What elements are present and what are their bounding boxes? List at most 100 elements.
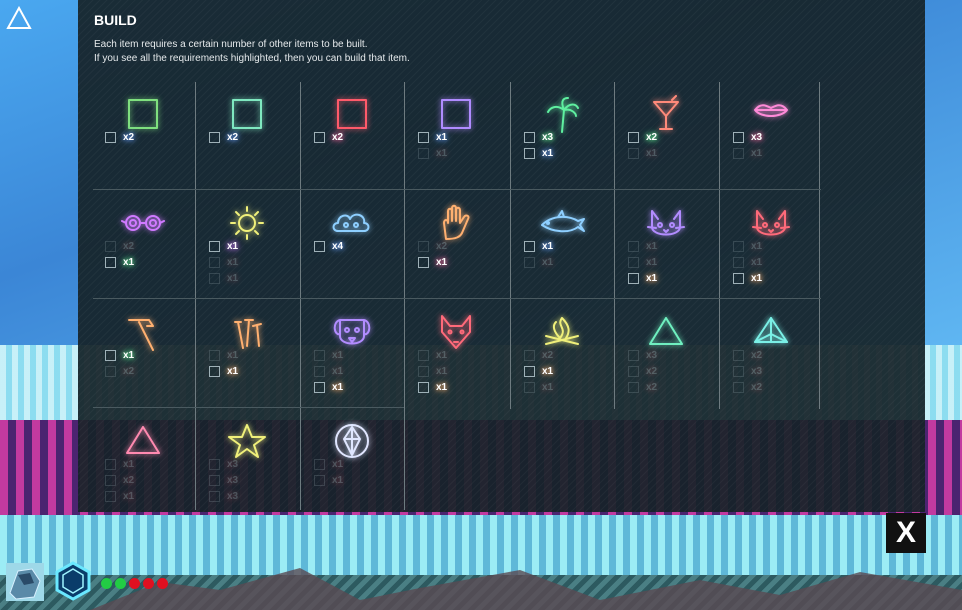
menu-triangle-icon[interactable] <box>6 6 32 30</box>
build-item-cell[interactable]: x1 x1 <box>406 82 510 191</box>
requirement-row: x1 <box>628 257 657 268</box>
build-item-cell[interactable]: x1 x1 <box>512 191 616 300</box>
requirement-row: x1 <box>314 350 343 361</box>
requirement-quantity: x1 <box>332 366 344 378</box>
build-item-cell[interactable]: x1 x1 <box>197 300 301 409</box>
requirement-row: x1 <box>733 257 762 268</box>
requirement-quantity: x1 <box>542 148 554 160</box>
requirement-row: x2 <box>628 382 657 393</box>
build-panel: BUILD Each item requires a certain numbe… <box>78 0 925 512</box>
build-item-cell[interactable]: x1 x1 x1 <box>406 300 510 409</box>
requirement-checkbox <box>209 132 220 143</box>
palm-tree-icon <box>547 97 579 133</box>
requirement-quantity: x1 <box>332 350 344 362</box>
requirement-row: x2 <box>105 241 134 252</box>
hammer-icon <box>128 319 154 351</box>
requirement-quantity: x2 <box>646 132 658 144</box>
build-item-cell[interactable]: x3 x3 x3 <box>197 409 301 518</box>
requirement-checkbox <box>105 475 116 486</box>
requirement-row: x1 <box>209 257 238 268</box>
requirement-quantity: x2 <box>646 366 658 378</box>
requirement-row: x3 <box>524 132 553 143</box>
green-triangle-icon <box>649 317 683 345</box>
close-button[interactable]: X <box>886 513 926 553</box>
build-item-cell[interactable]: x2 x1 <box>616 82 720 191</box>
requirement-checkbox <box>418 382 429 393</box>
status-dot <box>143 578 154 589</box>
requirement-checkbox <box>105 132 116 143</box>
requirement-checkbox <box>628 273 639 284</box>
build-item-cell[interactable]: x2 x3 x2 <box>721 300 825 409</box>
requirement-row: x2 <box>524 350 553 361</box>
grid-divider <box>93 407 404 408</box>
requirement-row: x2 <box>105 132 134 143</box>
build-item-cell[interactable]: x3 x1 <box>512 82 616 191</box>
requirement-checkbox <box>209 350 220 361</box>
build-item-cell[interactable]: x2 <box>93 82 197 191</box>
requirement-quantity: x1 <box>227 350 239 362</box>
requirement-quantity: x4 <box>332 241 344 253</box>
build-item-cell[interactable]: x1 x1 x1 <box>302 300 406 409</box>
requirement-checkbox <box>628 366 639 377</box>
build-item-cell[interactable]: x2 x1 x1 <box>512 300 616 409</box>
build-item-cell[interactable]: x4 <box>302 191 406 300</box>
requirement-quantity: x2 <box>123 366 135 378</box>
requirement-row: x1 <box>209 241 238 252</box>
build-item-cell[interactable]: x2 x1 <box>406 191 510 300</box>
requirement-checkbox <box>628 241 639 252</box>
build-item-cell[interactable]: x3 x1 <box>721 82 825 191</box>
build-item-cell[interactable]: x3 x2 x2 <box>616 300 720 409</box>
build-item-cell[interactable]: x1 x2 <box>93 300 197 409</box>
requirement-row: x2 <box>733 350 762 361</box>
requirement-row: x4 <box>314 241 343 252</box>
build-item-cell[interactable]: x2 <box>302 82 406 191</box>
requirement-checkbox <box>733 241 744 252</box>
requirement-checkbox <box>524 241 535 252</box>
campfire-icon <box>545 317 579 345</box>
requirement-checkbox <box>209 241 220 252</box>
green-square-icon <box>128 99 158 129</box>
requirement-quantity: x3 <box>542 132 554 144</box>
requirement-checkbox <box>314 382 325 393</box>
requirement-row: x1 <box>524 241 553 252</box>
requirement-checkbox <box>314 366 325 377</box>
requirement-quantity: x1 <box>436 350 448 362</box>
hexagon-icon[interactable] <box>52 560 94 602</box>
requirement-checkbox <box>105 257 116 268</box>
build-item-cell[interactable]: x1 x2 x1 <box>93 409 197 518</box>
build-item-cell[interactable]: x1 x1 <box>302 409 406 518</box>
build-item-cell[interactable]: x1 x1 x1 <box>616 191 720 300</box>
cloud-icon <box>332 213 370 232</box>
requirement-quantity: x1 <box>123 459 135 471</box>
requirement-quantity: x2 <box>542 350 554 362</box>
requirement-row: x2 <box>314 132 343 143</box>
requirement-checkbox <box>314 459 325 470</box>
requirement-checkbox <box>105 350 116 361</box>
requirement-quantity: x1 <box>436 382 448 394</box>
requirement-quantity: x1 <box>227 241 239 253</box>
requirement-quantity: x1 <box>646 241 658 253</box>
requirement-checkbox <box>524 257 535 268</box>
build-item-cell[interactable]: x1 x1 x1 <box>197 191 301 300</box>
requirement-quantity: x1 <box>751 273 763 285</box>
requirement-quantity: x1 <box>751 148 763 160</box>
avatar-icon <box>6 563 44 601</box>
requirement-row: x2 <box>628 366 657 377</box>
grid-divider <box>404 82 405 510</box>
requirement-checkbox <box>209 366 220 377</box>
requirement-quantity: x1 <box>123 257 135 269</box>
build-item-cell[interactable]: x2 <box>197 82 301 191</box>
build-item-cell[interactable]: x1 x1 x1 <box>721 191 825 300</box>
requirement-quantity: x1 <box>332 382 344 394</box>
requirement-row: x1 <box>524 257 553 268</box>
requirement-checkbox <box>418 350 429 361</box>
requirement-quantity: x1 <box>436 366 448 378</box>
requirement-row: x1 <box>524 148 553 159</box>
requirement-checkbox <box>733 366 744 377</box>
requirement-checkbox <box>209 257 220 268</box>
requirement-row: x2 <box>628 132 657 143</box>
build-item-cell[interactable]: x2 x1 <box>93 191 197 300</box>
status-dot <box>157 578 168 589</box>
requirement-checkbox <box>628 132 639 143</box>
grid-divider <box>510 82 511 409</box>
